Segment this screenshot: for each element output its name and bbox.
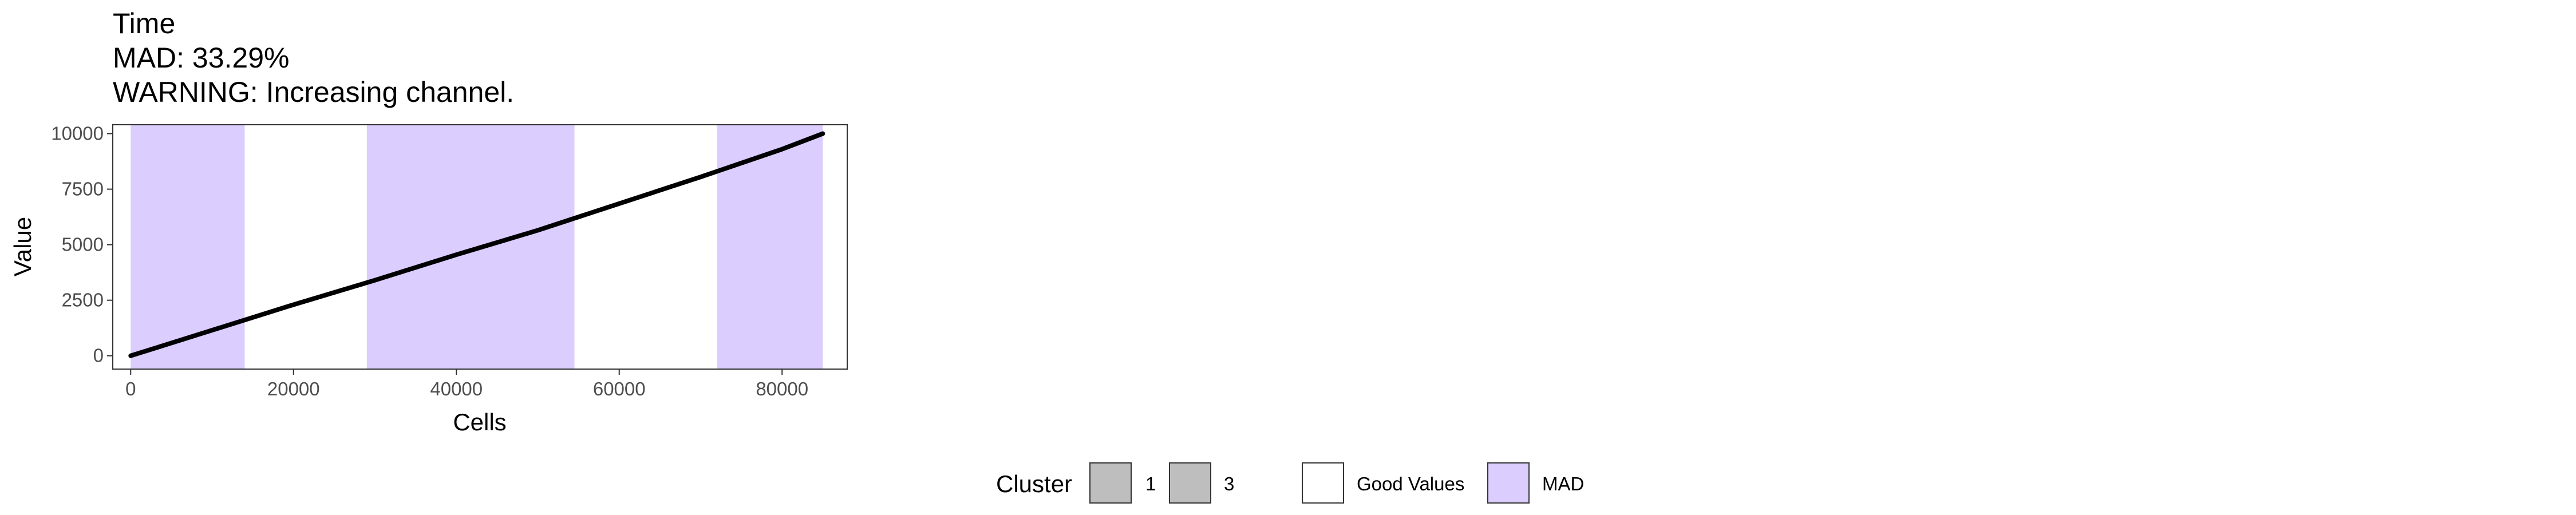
legend: Cluster 1 3 Good Values MAD <box>996 462 1584 504</box>
shaded-region-2 <box>366 125 575 369</box>
chart-subtitle-mad: MAD: 33.29% <box>113 42 289 74</box>
chart-subtitle-warning: WARNING: Increasing channel. <box>113 76 514 108</box>
y-tick-label: 0 <box>93 345 104 366</box>
legend-label-1: 1 <box>1145 473 1156 494</box>
x-axis: 0 20000 40000 60000 80000 <box>125 369 808 399</box>
plot-area <box>112 124 848 370</box>
legend-key-mad <box>1487 462 1530 504</box>
y-tick-label: 10000 <box>51 123 104 144</box>
y-tick-label: 7500 <box>62 179 104 200</box>
legend-label-mad: MAD <box>1542 473 1584 494</box>
y-tick-label: 2500 <box>62 290 104 311</box>
x-tick-label: 20000 <box>267 378 320 399</box>
legend-key-good-values <box>1302 462 1344 504</box>
chart-title: Time <box>113 7 175 39</box>
legend-key-3 <box>1169 462 1211 504</box>
x-axis-title: Cells <box>453 409 506 435</box>
x-tick-label: 40000 <box>430 378 483 399</box>
shaded-region-1 <box>131 125 245 369</box>
x-tick-label: 60000 <box>593 378 646 399</box>
x-tick-label: 0 <box>125 378 136 399</box>
legend-key-1 <box>1089 462 1132 504</box>
y-axis: 0 2500 5000 7500 10000 <box>51 123 113 366</box>
shaded-region-3 <box>717 125 823 369</box>
legend-label-3: 3 <box>1224 473 1234 494</box>
x-tick-label: 80000 <box>756 378 808 399</box>
chart-canvas: Time MAD: 33.29% WARNING: Increasing cha… <box>9 7 1584 504</box>
legend-title: Cluster <box>996 470 1072 497</box>
legend-label-good-values: Good Values <box>1357 473 1464 494</box>
y-tick-label: 5000 <box>62 234 104 255</box>
y-axis-title: Value <box>9 217 36 276</box>
